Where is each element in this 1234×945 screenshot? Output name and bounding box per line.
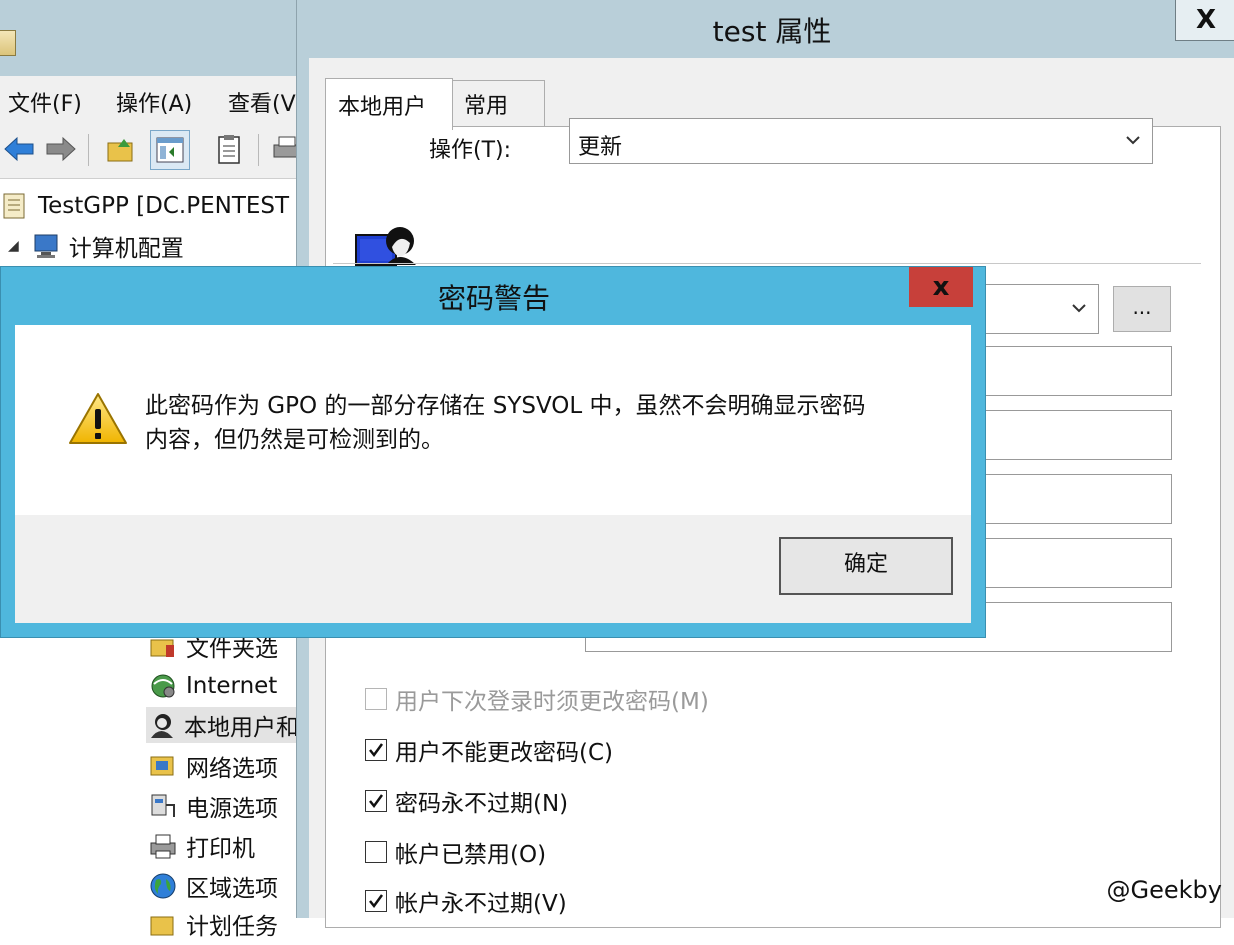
close-button[interactable]: X [1175, 0, 1234, 41]
local-users-icon [146, 710, 176, 740]
browse-button[interactable]: ... [1113, 286, 1171, 332]
tree-item-local-users[interactable]: 本地用户和 [146, 707, 300, 743]
checkbox-box[interactable] [365, 790, 387, 812]
checkbox-account-disabled[interactable]: 帐户已禁用(O) [365, 835, 546, 869]
show-hide-tree-icon[interactable] [150, 130, 190, 170]
tree-item-regional-options[interactable]: 区域选项 [148, 868, 278, 904]
password-warning-dialog: 密码警告 x 此密码作为 GPO 的一部分存储在 SYSVOL 中，虽然不会明确… [0, 266, 986, 638]
action-dropdown[interactable]: 更新 [569, 118, 1153, 164]
checkmark-icon [369, 794, 384, 809]
checkbox-label: 用户下次登录时须更改密码(M) [395, 689, 709, 715]
power-options-icon [148, 791, 178, 821]
tree-item-power-options[interactable]: 电源选项 [148, 788, 278, 824]
checkbox-password-never-expires[interactable]: 密码永不过期(N) [365, 784, 568, 818]
warning-content: 此密码作为 GPO 的一部分存储在 SYSVOL 中，虽然不会明确显示密码 内容… [15, 325, 971, 515]
tree-item-label: TestGPP [DC.PENTEST [38, 193, 290, 219]
tree-item-label: Internet [186, 673, 278, 699]
checkbox-box[interactable] [365, 890, 387, 912]
toolbar-separator [258, 134, 259, 166]
checkbox-box[interactable] [365, 841, 387, 863]
tree-item-internet-settings[interactable]: Internet [148, 668, 277, 704]
toolbar-separator [88, 134, 89, 166]
checkbox-label: 帐户已禁用(O) [395, 842, 547, 868]
tree-item-printers[interactable]: 打印机 [148, 828, 255, 864]
checkmark-icon [369, 743, 384, 758]
close-button[interactable]: x [909, 267, 973, 307]
ok-button[interactable]: 确定 [779, 537, 953, 595]
tab-local-user[interactable]: 本地用户 [325, 78, 453, 130]
toolbar [0, 122, 300, 179]
action-dropdown-value: 更新 [578, 135, 623, 160]
menu-action[interactable]: 操作(A) [116, 86, 192, 118]
tree-item-scheduled-tasks[interactable]: 计划任务 [148, 906, 278, 942]
warning-dialog-title: 密码警告 [437, 282, 550, 315]
checkbox-must-change-password[interactable]: 用户下次登录时须更改密码(M) [365, 682, 709, 716]
tree-item-label: 计划任务 [186, 914, 278, 940]
section-divider [333, 263, 1201, 264]
tree-item-root[interactable]: TestGPP [DC.PENTEST [0, 188, 289, 224]
checkbox-label: 帐户永不过期(V) [395, 891, 567, 917]
tree-item-computer-config[interactable]: ◢ 计算机配置 [8, 228, 184, 264]
warning-icon [69, 393, 127, 444]
chevron-down-icon [1126, 136, 1140, 145]
warning-message-line: 内容，但仍然是可检测到的。 [145, 427, 444, 453]
tree-item-label: 区域选项 [186, 876, 278, 902]
tree-item-label: 本地用户和 [184, 715, 299, 741]
menu-bar: 文件(F) 操作(A) 查看(V [0, 76, 300, 122]
properties-dialog-title: test 属性 [712, 15, 832, 48]
up-folder-icon[interactable] [102, 130, 140, 168]
tree-item-label: 电源选项 [186, 796, 278, 822]
warning-message-line: 此密码作为 GPO 的一部分存储在 SYSVOL 中，虽然不会明确显示密码 [145, 393, 866, 419]
editor-title-bar [0, 0, 300, 76]
tab-common[interactable]: 常用 [451, 80, 545, 126]
watermark: @Geekby [1106, 876, 1222, 904]
tree-item-label: 计算机配置 [68, 236, 184, 262]
warning-footer: 确定 [15, 515, 971, 623]
warning-message: 此密码作为 GPO 的一部分存储在 SYSVOL 中，虽然不会明确显示密码 内容… [145, 389, 935, 457]
expand-triangle-icon[interactable]: ◢ [8, 238, 19, 254]
checkbox-label: 用户不能更改密码(C) [395, 740, 614, 766]
regional-options-icon [148, 871, 178, 901]
properties-sheet-icon[interactable] [210, 130, 248, 168]
scheduled-tasks-icon [148, 909, 178, 939]
network-options-icon [148, 751, 178, 781]
policy-document-icon [0, 191, 30, 221]
menu-file[interactable]: 文件(F) [8, 86, 82, 118]
printer-icon [148, 831, 178, 861]
checkbox-cannot-change-password[interactable]: 用户不能更改密码(C) [365, 733, 613, 767]
checkbox-label: 密码永不过期(N) [395, 791, 569, 817]
tree-item-label: 网络选项 [186, 756, 278, 782]
checkbox-box[interactable] [365, 739, 387, 761]
checkmark-icon [369, 894, 384, 909]
forward-arrow-icon[interactable] [42, 130, 80, 168]
menu-view[interactable]: 查看(V [228, 86, 296, 118]
tree-item-label: 打印机 [186, 836, 255, 862]
app-icon [0, 30, 16, 56]
checkbox-box[interactable] [365, 688, 387, 710]
checkbox-account-never-expires[interactable]: 帐户永不过期(V) [365, 884, 567, 918]
back-arrow-icon[interactable] [0, 130, 38, 168]
computer-icon [31, 231, 61, 261]
action-label: 操作(T): [429, 138, 512, 163]
tree-item-network-options[interactable]: 网络选项 [148, 748, 278, 784]
chevron-down-icon [1072, 304, 1086, 313]
internet-settings-icon [148, 671, 178, 701]
